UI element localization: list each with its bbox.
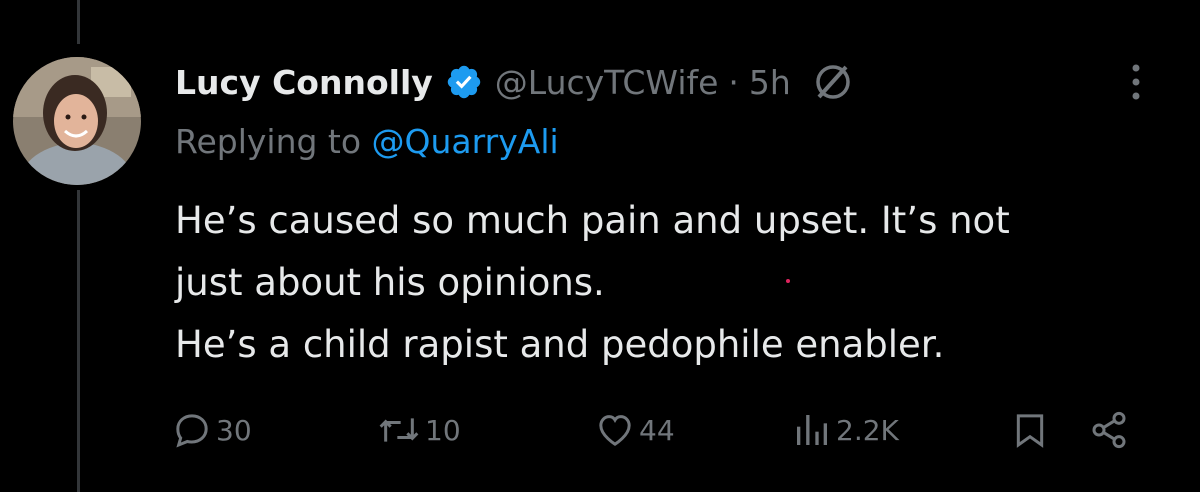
timestamp[interactable]: 5h xyxy=(749,63,791,102)
heart-icon xyxy=(599,415,631,446)
replying-to-line: Replying to @QuarryAli xyxy=(175,122,559,161)
share-button[interactable] xyxy=(1088,405,1130,455)
reply-button[interactable]: 30 xyxy=(172,405,252,455)
verified-badge-icon xyxy=(445,63,483,101)
thread-line-top xyxy=(77,0,80,44)
tweet-header: Lucy Connolly @LucyTCWife · 5h xyxy=(175,52,853,112)
tweet-text: He’s caused so much pain and upset. It’s… xyxy=(175,190,1165,376)
like-button[interactable]: 44 xyxy=(595,405,675,455)
action-bar: 30 10 44 2.2K xyxy=(172,405,1162,455)
repost-icon xyxy=(379,418,419,442)
tweet-text-line: He’s a child rapist and pedophile enable… xyxy=(175,323,945,366)
author-handle[interactable]: @LucyTCWife xyxy=(495,63,719,102)
tweet-text-line: just about his opinions. xyxy=(175,261,605,304)
red-dot xyxy=(786,279,790,283)
bookmark-icon xyxy=(1016,414,1044,448)
tweet-text-line: He’s caused so much pain and upset. It’s… xyxy=(175,199,1010,242)
views-bar-chart-icon xyxy=(797,415,827,445)
more-vertical-icon[interactable] xyxy=(1118,60,1154,104)
avatar[interactable] xyxy=(13,57,141,185)
repost-button[interactable]: 10 xyxy=(377,405,461,455)
share-icon xyxy=(1092,411,1126,449)
bookmark-button[interactable] xyxy=(1010,405,1050,455)
thread-line-bottom xyxy=(77,190,80,492)
views-count: 2.2K xyxy=(836,413,899,447)
like-count: 44 xyxy=(639,413,675,447)
replying-to-mention[interactable]: @QuarryAli xyxy=(372,122,559,161)
reply-count: 30 xyxy=(216,413,252,447)
reply-icon xyxy=(176,414,208,448)
author-name[interactable]: Lucy Connolly xyxy=(175,63,433,102)
views-button[interactable]: 2.2K xyxy=(792,405,899,455)
replying-to-prefix: Replying to xyxy=(175,122,362,161)
repost-count: 10 xyxy=(425,413,461,447)
separator-dot: · xyxy=(728,62,739,102)
grok-icon[interactable] xyxy=(813,62,853,102)
